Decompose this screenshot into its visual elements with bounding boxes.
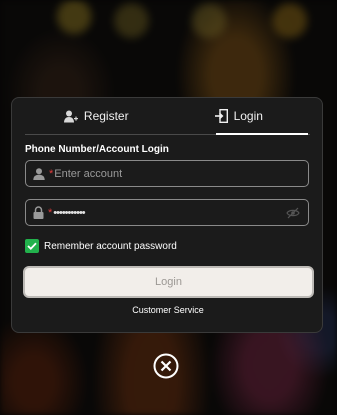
auth-tabs: Register Login [25,98,310,135]
close-circle-icon[interactable] [153,353,179,379]
password-field[interactable]: * ••••••••••• [25,199,309,226]
account-field[interactable]: * [25,160,309,187]
tab-register[interactable]: Register [25,98,168,134]
password-input[interactable]: ••••••••••• [53,207,85,219]
tab-login-label: Login [233,109,263,123]
remember-checkbox[interactable] [25,239,39,253]
login-door-icon [214,109,228,123]
remember-password[interactable]: Remember account password [25,239,177,253]
checkmark-icon [27,242,37,250]
account-required-mark: * [49,167,54,180]
customer-service-link[interactable]: Customer Service [12,305,324,315]
password-required-mark: * [48,206,53,219]
login-section-title: Phone Number/Account Login [25,144,169,155]
login-modal: Register Login Phone Number/Account Logi… [11,97,323,333]
tab-login[interactable]: Login [168,98,311,135]
user-plus-icon [63,110,78,122]
login-button[interactable]: Login [23,266,314,298]
account-input[interactable] [54,167,255,180]
tab-register-label: Register [83,109,129,123]
lock-icon [33,206,44,219]
user-icon [33,167,45,180]
remember-label: Remember account password [44,240,177,252]
eye-slash-icon[interactable] [286,207,300,219]
